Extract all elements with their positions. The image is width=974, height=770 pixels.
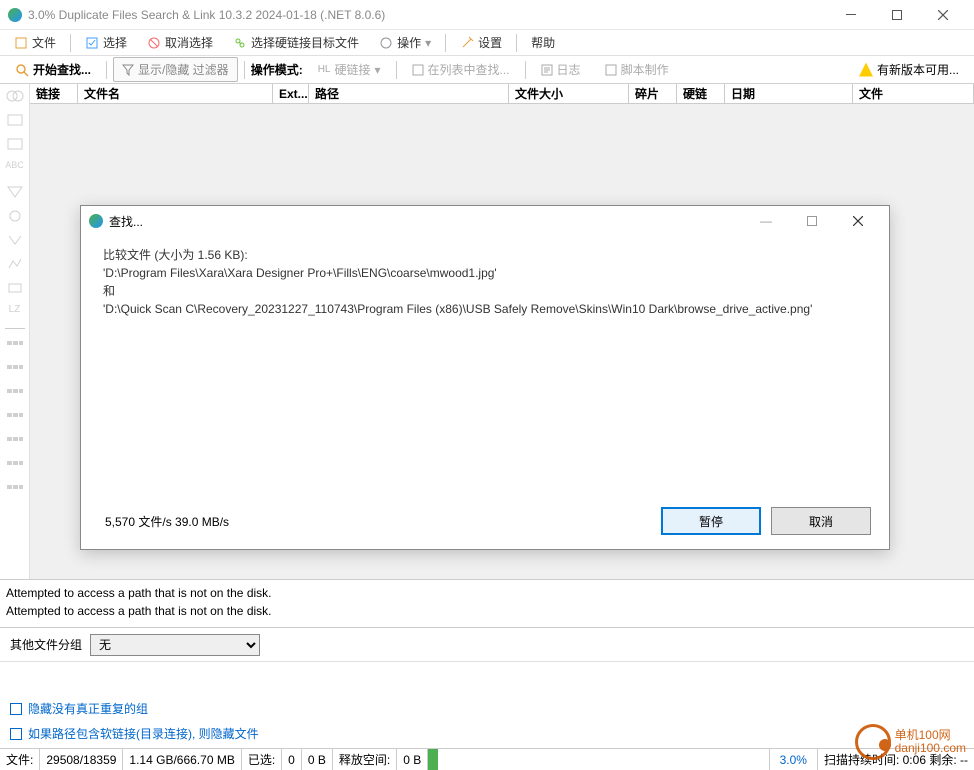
- status-percent: 3.0%: [770, 749, 818, 770]
- filter-icon: [122, 64, 134, 76]
- checkbox-icon: [10, 728, 22, 740]
- dialog-stats: 5,570 文件/s 39.0 MB/s: [99, 513, 651, 530]
- sidebar-tool-15[interactable]: [5, 433, 25, 449]
- op-mode-label: 操作模式:: [251, 61, 303, 78]
- close-button[interactable]: [920, 0, 966, 30]
- dialog-close-button[interactable]: [835, 206, 881, 236]
- dialog-maximize-button[interactable]: [789, 206, 835, 236]
- menu-hardlink-target[interactable]: 选择硬链接目标文件: [225, 31, 367, 54]
- search-icon: [15, 63, 29, 77]
- sidebar-tool-4[interactable]: ABC: [5, 160, 25, 176]
- sidebar-tool-10[interactable]: LZ: [5, 304, 25, 320]
- sidebar-tool-14[interactable]: [5, 409, 25, 425]
- status-selected-label: 已选:: [242, 749, 282, 770]
- pause-button[interactable]: 暂停: [661, 507, 761, 535]
- sidebar-tool-11[interactable]: [5, 337, 25, 353]
- dialog-minimize-button[interactable]: —: [743, 206, 789, 236]
- window-title: 3.0% Duplicate Files Search & Link 10.3.…: [28, 8, 828, 22]
- status-file-value: 29508/18359: [40, 749, 123, 770]
- sidebar-tool-8[interactable]: [5, 256, 25, 272]
- status-progress: [428, 749, 769, 770]
- status-selected-value: 0: [282, 749, 302, 770]
- col-hardlink[interactable]: 硬链: [677, 84, 725, 103]
- sidebar-tool-2[interactable]: [5, 112, 25, 128]
- group-select[interactable]: 无: [90, 634, 260, 656]
- sidebar-tool-13[interactable]: [5, 385, 25, 401]
- menu-select[interactable]: 选择: [77, 31, 135, 54]
- checkbox-icon: [10, 703, 22, 715]
- col-path[interactable]: 路径: [309, 84, 509, 103]
- status-free-label: 释放空间:: [333, 749, 397, 770]
- menu-operate[interactable]: 操作 ▾: [371, 31, 439, 54]
- status-free-value: 0 B: [397, 749, 428, 770]
- dialog-icon: [89, 214, 103, 228]
- list-search-icon: [412, 64, 424, 76]
- cancel-button[interactable]: 取消: [771, 507, 871, 535]
- col-link[interactable]: 链接: [30, 84, 78, 103]
- status-zero: 0 B: [302, 749, 333, 770]
- minimize-button[interactable]: [828, 0, 874, 30]
- log-line: Attempted to access a path that is not o…: [6, 602, 968, 620]
- hardlink-mode-button[interactable]: HL 硬链接 ▾: [309, 57, 390, 82]
- col-ext[interactable]: Ext...: [273, 84, 309, 103]
- sidebar-tool-6[interactable]: [5, 208, 25, 224]
- script-icon: [605, 64, 617, 76]
- sidebar-tool-9[interactable]: [5, 280, 25, 296]
- col-filename[interactable]: 文件名: [78, 84, 273, 103]
- sidebar-tool-17[interactable]: [5, 481, 25, 497]
- dialog-title: 查找...: [109, 213, 743, 230]
- menu-settings[interactable]: 设置: [452, 31, 510, 54]
- sidebar-tool-5[interactable]: [5, 184, 25, 200]
- sidebar-tool-3[interactable]: [5, 136, 25, 152]
- statusbar: 文件: 29508/18359 1.14 GB/666.70 MB 已选: 0 …: [0, 748, 974, 770]
- group-label: 其他文件分组: [10, 636, 82, 653]
- app-icon: [8, 8, 22, 22]
- log-panel[interactable]: Attempted to access a path that is not o…: [0, 579, 974, 628]
- col-filesize[interactable]: 文件大小: [509, 84, 629, 103]
- group-row: 其他文件分组 无: [0, 628, 974, 662]
- col-date[interactable]: 日期: [725, 84, 853, 103]
- col-frag[interactable]: 碎片: [629, 84, 677, 103]
- check-hide-no-dup[interactable]: 隐藏没有真正重复的组: [10, 696, 964, 721]
- status-scan-time: 扫描持续时间: 0:06 剩余: --: [818, 749, 974, 770]
- menubar: 文件 选择 取消选择 选择硬链接目标文件 操作 ▾ 设置 帮助: [0, 30, 974, 56]
- search-in-list-button[interactable]: 在列表中查找...: [403, 57, 519, 82]
- menu-deselect[interactable]: 取消选择: [139, 31, 221, 54]
- search-dialog: 查找... — 比较文件 (大小为 1.56 KB): 'D:\Program …: [80, 205, 890, 550]
- menu-help[interactable]: 帮助: [523, 31, 563, 54]
- new-version-button[interactable]: 有新版本可用...: [850, 57, 968, 82]
- sidebar-tool-12[interactable]: [5, 361, 25, 377]
- sidebar-tool-7[interactable]: [5, 232, 25, 248]
- log-button[interactable]: 日志: [532, 57, 590, 82]
- script-button[interactable]: 脚本制作: [596, 57, 678, 82]
- warning-icon: [859, 63, 873, 77]
- checks-panel: 隐藏没有真正重复的组 如果路径包含软链接(目录连接), 则隐藏文件: [0, 692, 974, 748]
- table-header: 链接 文件名 Ext... 路径 文件大小 碎片 硬链 日期 文件: [30, 84, 974, 104]
- toolbar: 开始查找... 显示/隐藏 过滤器 操作模式: HL 硬链接 ▾ 在列表中查找.…: [0, 56, 974, 84]
- titlebar: 3.0% Duplicate Files Search & Link 10.3.…: [0, 0, 974, 30]
- start-search-button[interactable]: 开始查找...: [6, 57, 100, 82]
- dialog-body: 比较文件 (大小为 1.56 KB): 'D:\Program Files\Xa…: [81, 236, 889, 499]
- maximize-button[interactable]: [874, 0, 920, 30]
- status-size: 1.14 GB/666.70 MB: [123, 749, 241, 770]
- sidebar-tool-1[interactable]: [5, 88, 25, 104]
- log-icon: [541, 64, 553, 76]
- left-sidebar: ABC LZ: [0, 84, 30, 579]
- status-file-label: 文件:: [0, 749, 40, 770]
- check-hide-softlink[interactable]: 如果路径包含软链接(目录连接), 则隐藏文件: [10, 721, 964, 746]
- log-line: Attempted to access a path that is not o…: [6, 584, 968, 602]
- sidebar-tool-16[interactable]: [5, 457, 25, 473]
- toggle-filter-button[interactable]: 显示/隐藏 过滤器: [113, 57, 238, 82]
- menu-file[interactable]: 文件: [6, 31, 64, 54]
- col-file[interactable]: 文件: [853, 84, 974, 103]
